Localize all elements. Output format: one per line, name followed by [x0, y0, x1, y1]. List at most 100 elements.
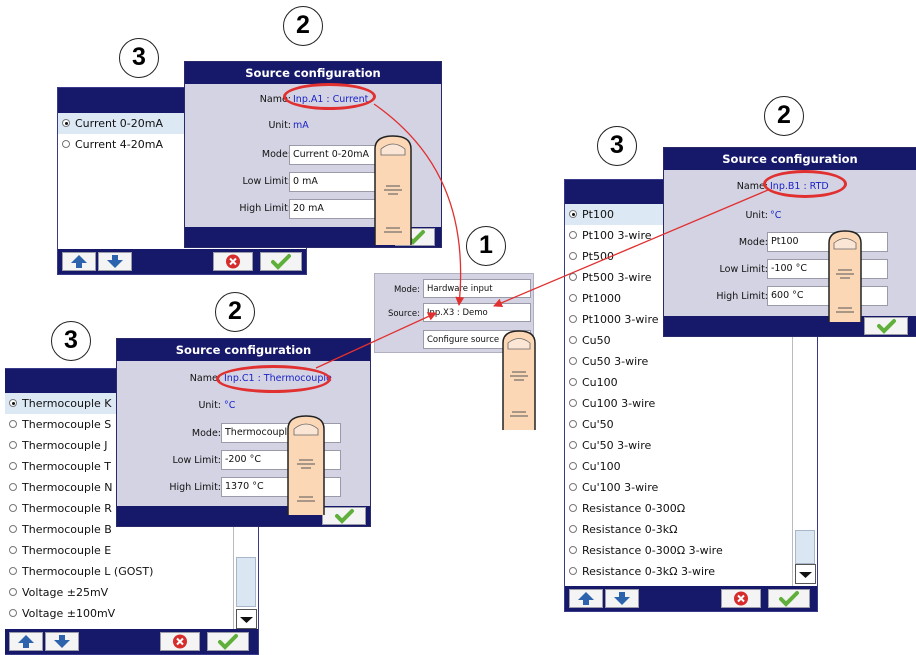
mode-label: Mode: — [261, 149, 291, 160]
scroll-up-button[interactable] — [9, 632, 43, 651]
step-2-marker-current: 2 — [283, 6, 323, 46]
high-limit-label: High Limit: — [169, 482, 221, 493]
radio-icon — [569, 357, 577, 365]
list-item[interactable]: Voltage ±25mV — [5, 582, 258, 603]
radio-icon — [569, 294, 577, 302]
list-item[interactable]: Resistance 0-300Ω — [565, 498, 817, 519]
unit-value: °C — [770, 210, 782, 221]
down-arrow-icon — [614, 592, 630, 605]
radio-icon — [569, 399, 577, 407]
up-arrow-icon — [578, 592, 594, 605]
unit-label: Unit: — [198, 400, 221, 411]
radio-icon — [9, 609, 17, 617]
cancel-button[interactable] — [721, 589, 761, 608]
list-item[interactable]: Resistance 0-300Ω 3-wire — [565, 540, 817, 561]
name-highlight-ring — [216, 365, 331, 393]
dialog-footer — [664, 316, 916, 336]
checkmark-icon — [779, 591, 799, 607]
checkmark-icon — [877, 319, 896, 334]
list-item[interactable]: Voltage ±100mV — [5, 603, 258, 624]
list-item[interactable]: Resistance 0-3kΩ 3-wire — [565, 561, 817, 582]
main-mode-label: Mode: — [393, 285, 420, 295]
unit-value: °C — [224, 400, 236, 411]
radio-icon — [569, 336, 577, 344]
scroll-down-button[interactable] — [605, 589, 639, 608]
list-item[interactable]: Cu'50 — [565, 414, 817, 435]
navigation-bar — [565, 586, 817, 611]
radio-icon — [569, 504, 577, 512]
main-mode-field[interactable]: Hardware input — [423, 279, 531, 298]
scrollbar-thumb[interactable] — [795, 530, 815, 564]
step-2-marker-rtd: 2 — [764, 96, 804, 136]
main-source-label: Source: — [387, 309, 420, 319]
radio-icon — [9, 504, 17, 512]
down-arrow-icon — [107, 255, 123, 268]
list-item[interactable]: Cu50 3-wire — [565, 351, 817, 372]
scrollbar-thumb[interactable] — [236, 557, 256, 607]
confirm-button[interactable] — [864, 317, 908, 335]
radio-icon — [569, 546, 577, 554]
radio-selected-icon — [9, 399, 17, 407]
step-3-marker-current: 3 — [119, 38, 159, 78]
radio-icon — [9, 441, 17, 449]
low-limit-label: Low Limit: — [719, 264, 768, 275]
dialog-title: Source configuration — [185, 62, 441, 84]
unit-label: Unit: — [268, 120, 291, 131]
navigation-bar — [5, 629, 258, 654]
list-item[interactable]: Thermocouple L (GOST) — [5, 561, 258, 582]
radio-icon — [9, 483, 17, 491]
down-arrow-icon — [54, 635, 70, 648]
checkmark-icon — [218, 634, 238, 650]
cancel-button[interactable] — [160, 632, 200, 651]
high-limit-label: High Limit: — [716, 291, 768, 302]
mode-label: Mode: — [738, 237, 768, 248]
step-2-marker-thermocouple: 2 — [215, 292, 255, 332]
unit-label: Unit: — [745, 210, 768, 221]
low-limit-label: Low Limit: — [172, 455, 221, 466]
list-item[interactable]: Cu100 — [565, 372, 817, 393]
name-highlight-ring — [283, 83, 376, 110]
confirm-button[interactable] — [260, 252, 302, 271]
scroll-down-button[interactable] — [98, 252, 132, 271]
cancel-button[interactable] — [213, 252, 253, 271]
pointing-finger-icon — [287, 415, 325, 515]
cancel-icon — [173, 634, 187, 649]
triangle-down-icon — [240, 617, 253, 623]
main-source-field[interactable]: Inp.X3 : Demo — [423, 303, 531, 322]
list-item[interactable]: Cu'100 3-wire — [565, 477, 817, 498]
list-item[interactable]: Resistance 0-3kΩ — [565, 519, 817, 540]
scroll-up-button[interactable] — [62, 252, 96, 271]
mode-label: Mode: — [191, 428, 221, 439]
list-item[interactable]: Cu100 3-wire — [565, 393, 817, 414]
confirm-button[interactable] — [768, 589, 810, 608]
cancel-icon — [734, 591, 748, 606]
radio-icon — [9, 567, 17, 575]
radio-icon — [9, 525, 17, 533]
low-limit-label: Low Limit: — [242, 176, 291, 187]
radio-icon — [9, 546, 17, 554]
list-item[interactable]: Cu'50 3-wire — [565, 435, 817, 456]
confirm-button[interactable] — [322, 507, 366, 525]
radio-selected-icon — [62, 119, 70, 127]
radio-icon — [569, 231, 577, 239]
list-item[interactable]: Cu'100 — [565, 456, 817, 477]
step-1-marker: 1 — [466, 226, 506, 266]
cancel-icon — [226, 254, 240, 269]
scroll-down-arrow[interactable] — [795, 564, 816, 584]
dialog-title: Source configuration — [664, 148, 916, 170]
radio-icon — [9, 420, 17, 428]
scroll-down-arrow[interactable] — [236, 609, 257, 629]
radio-icon — [62, 140, 70, 148]
pointing-finger-icon — [828, 230, 862, 322]
scroll-down-button[interactable] — [45, 632, 79, 651]
radio-icon — [569, 378, 577, 386]
list-item[interactable]: Thermocouple E — [5, 540, 258, 561]
radio-icon — [569, 441, 577, 449]
scroll-up-button[interactable] — [569, 589, 603, 608]
up-arrow-icon — [18, 635, 34, 648]
confirm-button[interactable] — [207, 632, 249, 651]
radio-icon — [569, 462, 577, 470]
navigation-bar — [58, 249, 306, 274]
high-limit-label: High Limit: — [239, 203, 291, 214]
checkmark-icon — [271, 254, 291, 270]
